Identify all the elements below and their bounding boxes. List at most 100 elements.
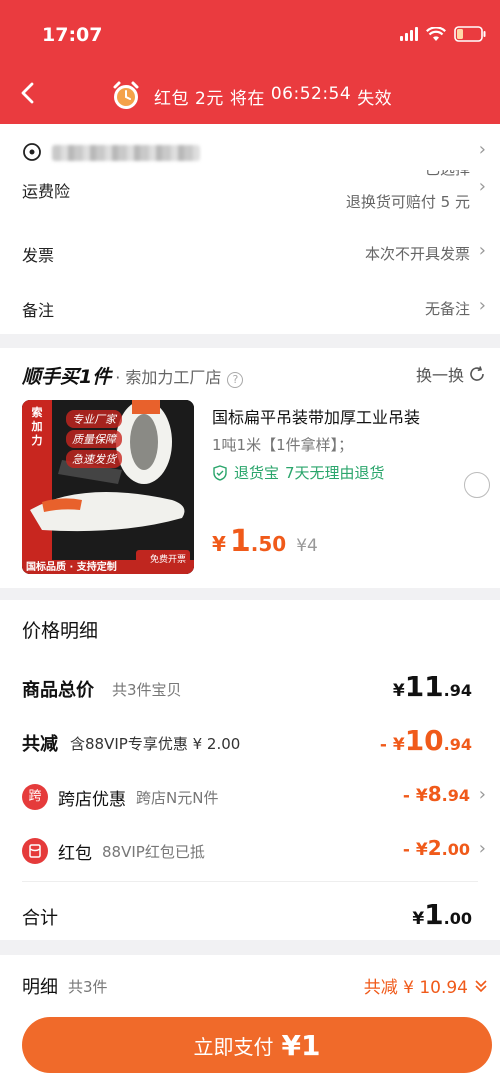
alarm-clock-icon [113,81,139,109]
location-pin-icon [23,143,41,161]
price-detail-title: 价格明细 [22,620,99,642]
shunshou-header: 顺手买1件 · 索加力工厂店 ? [22,362,244,389]
cross-decimal: .94 [441,786,470,805]
status-icons [400,26,486,42]
checkout-bar: 明细 共3件 共减 ¥ 10.94 立即支付 ¥1 [0,955,500,1085]
image-badge-text: 免费开票 [149,555,186,565]
freight-insurance-label: 运费险 [22,182,71,201]
cross-store-label: 跨店优惠 [58,790,126,810]
pay-amount: ¥1 [281,1028,321,1062]
countdown-timer: 06:52:54 [270,83,352,104]
hongbao-icon [22,838,48,864]
product-spec[interactable]: 1吨1米【1件拿样】； [212,434,353,455]
image-tag-2: 质量保障 [66,430,122,448]
hongbao-row[interactable]: 红包 88VIP红包已抵 - ¥ 2 .00 › [0,830,500,870]
hb-prefix: - ¥ [402,840,428,860]
add-product-checkbox[interactable] [464,472,490,498]
shield-check-icon [213,464,227,481]
total-decimal: .94 [443,681,472,700]
original-price: ¥4 [296,536,318,556]
freight-insurance-chevron-icon[interactable]: › [479,176,486,197]
price-decimal: .50 [250,532,287,556]
sum-decimal: .00 [443,909,472,928]
hongbao-amount: - ¥ 2 .00 [403,836,470,860]
sum-integer: 1 [424,898,444,931]
reduce-label: 共减 [22,734,58,755]
brand-vertical-text: 索加力 [31,406,43,447]
cross-store-amount: - ¥ 8 .94 [403,782,470,806]
price-detail-card: 价格明细 商品总价 共3件宝贝 ¥ 11 .94 共减 含88VIP专享优惠 ¥… [0,600,500,940]
swap-button[interactable]: 换一换 [416,362,486,386]
cross-prefix: - ¥ [402,786,428,806]
product-image[interactable]: 索加力 专业厂家 质量保障 急速发货 国标品质 · 支持定制 免费开票 [22,400,194,574]
signal-icon [400,27,418,41]
total-amount: ¥ 11 .94 [393,670,472,703]
sum-amount: ¥ 1 .00 [412,898,472,931]
cross-integer: 8 [427,782,442,806]
return-guarantee: 退货宝 7天无理由退货 [212,462,385,483]
refresh-icon [470,366,484,381]
hongbao-amount: 2元 [195,88,224,109]
price-yen: ¥ [212,532,226,556]
back-button[interactable] [14,78,44,108]
cross-store-chevron-icon: › [478,784,486,805]
header-bar: 17:07 红包 2元 将在 06:52:54 失效 [0,0,500,124]
hongbao-sub: 88VIP红包已抵 [102,843,205,861]
swap-label: 换一换 [415,366,464,385]
reduce-prefix: - ¥ [379,735,405,755]
invoice-label: 发票 [22,246,55,265]
remark-chevron-icon[interactable]: › [479,295,486,316]
hb-decimal: .00 [441,840,470,859]
divider [22,881,478,882]
pay-label: 立即支付 [193,1034,274,1059]
hongbao-countdown: 红包 2元 将在 06:52:54 失效 [110,80,392,112]
product-name[interactable]: 国标扁平吊装带加厚工业吊装 [212,404,420,428]
expire-suffix: 失效 [357,88,393,109]
remark-label: 备注 [22,301,55,320]
help-icon[interactable]: ? [227,372,244,388]
total-label: 商品总价 [22,680,94,701]
image-tag-1: 专业厂家 [66,410,122,428]
battery-icon [454,26,486,42]
total-sub: 共3件宝贝 [112,681,182,699]
chevron-right-icon: › [478,139,486,160]
reduce-sub: 含88VIP专享优惠 ¥ 2.00 [70,735,241,753]
image-footer-text: 国标品质 · 支持定制 [26,562,117,573]
hb-integer: 2 [427,836,442,860]
freight-insurance-note: 退换货可赔付 5 元 [345,193,470,211]
total-price-row: 商品总价 共3件宝贝 ¥ 11 .94 [0,668,500,708]
invoice-chevron-icon[interactable]: › [479,240,486,261]
address-blurred [52,145,200,161]
add-on-product-card: 顺手买1件 · 索加力工厂店 ? 换一换 索加力 专业厂家 质量保障 急速发货 … [0,348,500,588]
freight-insurance-value: 已选择 [425,170,470,180]
cross-store-row[interactable]: 跨 跨店优惠 跨店N元N件 - ¥ 8 .94 › [0,776,500,816]
cross-store-sub: 跨店N元N件 [136,789,219,807]
sum-yen: ¥ [412,909,425,929]
expire-prefix: 将在 [229,88,265,109]
total-integer: 11 [404,670,444,703]
nav-bar: 红包 2元 将在 06:52:54 失效 [0,72,500,118]
total-yen: ¥ [392,681,405,701]
return-text: 7天无理由退货 [285,464,385,482]
status-time: 17:07 [42,24,103,46]
cross-store-icon: 跨 [22,784,48,810]
pay-now-button[interactable]: 立即支付 ¥1 [22,1017,492,1073]
wifi-icon [426,26,446,42]
return-badge: 退货宝 [234,464,280,482]
sum-label: 合计 [22,908,58,929]
chevron-left-icon [21,82,34,104]
reduce-decimal: .94 [443,735,472,754]
detail-reduce-toggle[interactable]: 共减 ¥ 10.94 [364,973,488,998]
hongbao-chevron-icon: › [478,838,486,859]
double-chevron-down-icon [475,979,487,992]
reduce-integer: 10 [404,724,444,757]
product-price: ¥ 1 .50 ¥4 [212,524,318,559]
store-name[interactable]: · 索加力工厂店 [115,364,221,388]
detail-label[interactable]: 明细 [22,973,58,999]
reduce-row: 共减 含88VIP专享优惠 ¥ 2.00 - ¥ 10 .94 [0,722,500,762]
image-tag-3: 急速发货 [66,450,122,468]
invoice-value[interactable]: 本次不开具发票 [365,243,470,264]
remark-value[interactable]: 无备注 [425,298,470,319]
price-integer: 1 [229,524,251,559]
hongbao-label: 红包 [154,88,189,109]
